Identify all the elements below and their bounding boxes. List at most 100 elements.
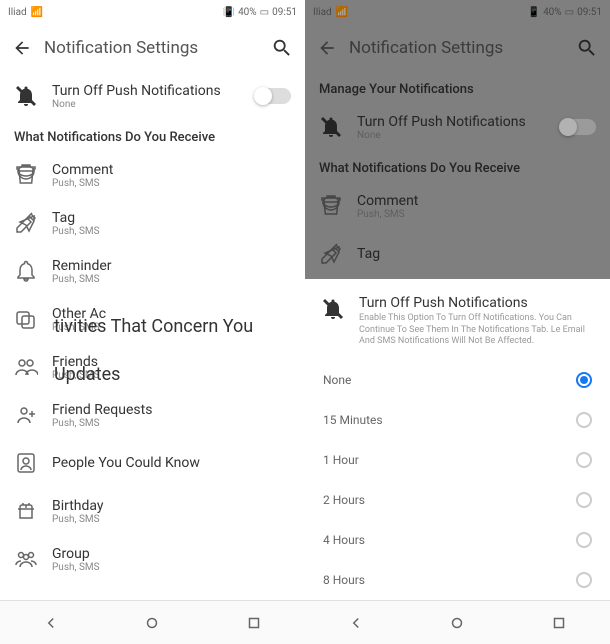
item-sub: Push, SMS (52, 178, 291, 189)
push-off-row[interactable]: Turn Off Push Notifications None (0, 72, 305, 120)
section-what: What Notifications Do You Receive (0, 120, 305, 151)
radio-icon[interactable] (576, 452, 592, 468)
screen-left: Iliad 📶 📳 40% ▭ 09:51 Notification Setti… (0, 0, 305, 644)
push-off-sub: None (52, 99, 241, 110)
item-title: Friends (52, 354, 291, 370)
nav-back-icon[interactable] (347, 614, 365, 632)
bell-off-icon (321, 297, 345, 321)
item-title: Reminder (52, 258, 291, 274)
page-title: Notification Settings (44, 38, 259, 58)
list-item[interactable]: Birthday Push, SMS (0, 487, 305, 535)
item-sub: Push, SMS (52, 274, 291, 285)
nav-bar (305, 600, 610, 644)
nav-recent-icon[interactable] (245, 614, 263, 632)
nav-bar (0, 600, 305, 644)
item-icon (319, 194, 343, 218)
item-title: Tag (357, 246, 596, 262)
list-item[interactable]: Reminder Push, SMS (0, 247, 305, 295)
search-icon[interactable] (271, 37, 293, 59)
radio-icon[interactable] (576, 532, 592, 548)
battery-icon: ▭ (260, 7, 269, 18)
item-icon (319, 242, 343, 266)
header: Notification Settings (0, 24, 305, 72)
list-item[interactable]: Tag Push, SMS (0, 199, 305, 247)
item-icon (14, 307, 38, 331)
battery-icon: ▭ (565, 7, 574, 18)
option-label: None (323, 373, 351, 387)
back-icon[interactable] (317, 38, 337, 58)
battery-level: 40% (238, 7, 257, 18)
item-icon (14, 163, 38, 187)
status-bar: Iliad 📶 📳 40% ▭ 09:51 (305, 0, 610, 24)
item-icon (14, 451, 38, 475)
item-icon (14, 547, 38, 571)
section-what: What Notifications Do You Receive (305, 151, 610, 182)
option-label: 15 Minutes (323, 413, 383, 427)
duration-option[interactable]: 2 Hours (305, 480, 610, 520)
item-icon (14, 403, 38, 427)
list-item[interactable]: Friend Requests Push, SMS (0, 391, 305, 439)
item-sub: Push, SMS (52, 418, 291, 429)
push-toggle[interactable] (255, 88, 291, 104)
sheet-desc: Enable This Option To Turn Off Notificat… (359, 313, 594, 348)
option-label: 8 Hours (323, 573, 365, 587)
carrier: Iliad (313, 7, 332, 18)
push-off-title: Turn Off Push Notifications (52, 83, 241, 99)
bell-off-icon (14, 84, 38, 108)
push-off-title: Turn Off Push Notifications (357, 114, 546, 130)
list-item[interactable]: People You Could Know (0, 439, 305, 487)
signal-icon: 📶 (31, 7, 43, 18)
item-title: People You Could Know (52, 455, 291, 471)
clock: 09:51 (577, 7, 602, 18)
list-item[interactable]: Friends Push, SMS (0, 343, 305, 391)
list-item[interactable]: Comment Push, SMS (0, 151, 305, 199)
carrier: Iliad (8, 7, 27, 18)
radio-icon[interactable] (576, 412, 592, 428)
nav-recent-icon[interactable] (550, 614, 568, 632)
item-sub: Push, SMS (52, 370, 291, 381)
duration-sheet: Turn Off Push Notifications Enable This … (305, 279, 610, 600)
sheet-title: Turn Off Push Notifications (359, 295, 594, 311)
item-title: Group (52, 546, 291, 562)
item-sub: Push, SMS (52, 562, 291, 573)
item-icon (14, 355, 38, 379)
duration-option[interactable]: None (305, 360, 610, 400)
nav-home-icon[interactable] (448, 614, 466, 632)
duration-option[interactable]: 1 Hour (305, 440, 610, 480)
item-title: Birthday (52, 498, 291, 514)
push-off-sub: None (357, 130, 546, 141)
battery-level: 40% (543, 7, 562, 18)
list-item[interactable]: Comment Push, SMS (305, 182, 610, 230)
list-item[interactable]: Other Ac Push, SMS (0, 295, 305, 343)
nav-back-icon[interactable] (42, 614, 60, 632)
item-sub: Push, SMS (357, 209, 596, 220)
duration-option[interactable]: 4 Hours (305, 520, 610, 560)
bell-off-icon (319, 115, 343, 139)
back-icon[interactable] (12, 38, 32, 58)
radio-icon[interactable] (576, 572, 592, 588)
signal-icon: 📶 (336, 7, 348, 18)
push-off-row[interactable]: Turn Off Push Notifications None (305, 103, 610, 151)
duration-option[interactable]: 8 Hours (305, 560, 610, 600)
manage-caption: Manage Your Notifications (305, 72, 610, 103)
vibrate-icon: 📳 (528, 7, 540, 18)
item-icon (14, 499, 38, 523)
radio-icon[interactable] (576, 492, 592, 508)
vibrate-icon: 📳 (223, 7, 235, 18)
duration-option[interactable]: 15 Minutes (305, 400, 610, 440)
search-icon[interactable] (576, 37, 598, 59)
radio-icon[interactable] (576, 372, 592, 388)
push-toggle[interactable] (560, 119, 596, 135)
list-item[interactable]: Group Push, SMS (0, 535, 305, 583)
nav-home-icon[interactable] (143, 614, 161, 632)
item-title: Comment (52, 162, 291, 178)
item-icon (14, 211, 38, 235)
page-title: Notification Settings (349, 38, 564, 58)
item-icon (14, 259, 38, 283)
item-title: Friend Requests (52, 402, 291, 418)
item-sub: Push, SMS (52, 514, 291, 525)
list-item[interactable]: Tag (305, 230, 610, 278)
screen-right: Iliad 📶 📳 40% ▭ 09:51 Notification Setti… (305, 0, 610, 644)
option-label: 1 Hour (323, 453, 359, 467)
clock: 09:51 (272, 7, 297, 18)
